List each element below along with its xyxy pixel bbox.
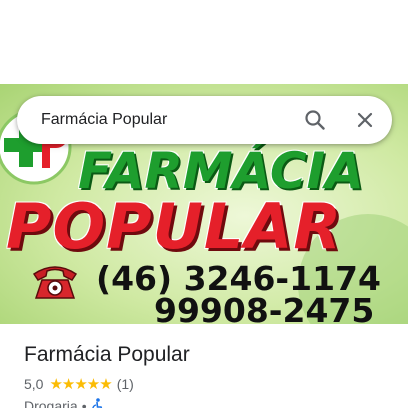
search-bar[interactable]: Farmácia Popular xyxy=(17,96,392,144)
star-rating-icon: ★★★★★ xyxy=(49,376,112,393)
telephone-icon xyxy=(32,266,78,299)
banner-phone-number-2: 99908-2475 xyxy=(154,291,375,324)
rating-row: 5,0 ★★★★★ (1) xyxy=(24,375,134,393)
separator-dot: • xyxy=(81,398,87,408)
banner-title-line2: POPULAR xyxy=(6,190,343,263)
review-count-link[interactable]: (1) xyxy=(117,376,134,392)
banner-title-line1: FARMÁCIA xyxy=(78,142,364,200)
rating-value: 5,0 xyxy=(24,376,44,392)
search-button[interactable] xyxy=(301,106,329,134)
close-icon xyxy=(357,112,373,128)
place-category: Drogaria xyxy=(24,398,78,408)
category-row: Drogaria • xyxy=(24,397,105,408)
search-icon xyxy=(305,110,325,130)
top-blank-area xyxy=(0,0,408,84)
wheelchair-icon xyxy=(91,398,102,408)
search-input[interactable]: Farmácia Popular xyxy=(41,110,291,130)
place-title: Farmácia Popular xyxy=(24,343,190,366)
clear-search-button[interactable] xyxy=(351,106,379,134)
